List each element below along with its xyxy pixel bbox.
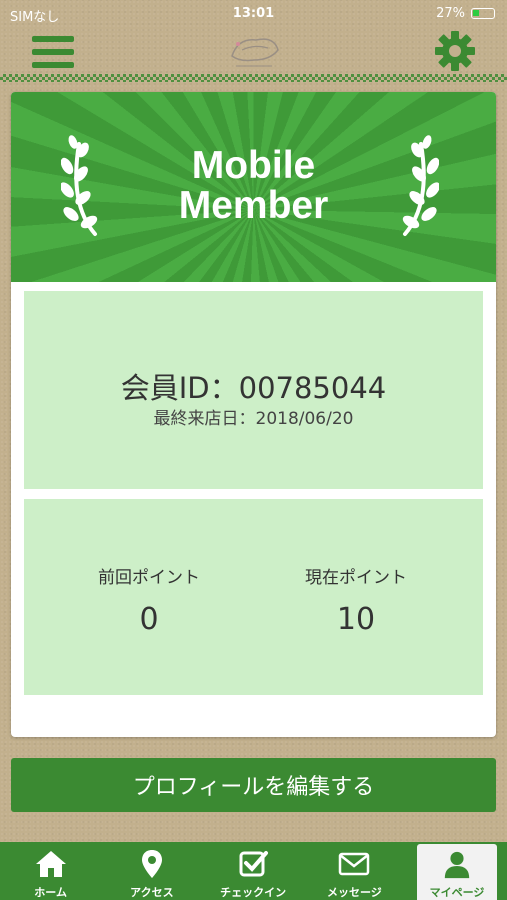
- member-card: Mobile Member 会員ID：00785044 最終来店日：2018/0…: [11, 92, 496, 737]
- person-icon: [444, 851, 470, 879]
- bottom-tab-bar: ホーム アクセス チェックイン メッセージ マイページ: [0, 842, 507, 900]
- tab-access[interactable]: アクセス: [101, 842, 202, 900]
- home-icon: [35, 851, 66, 877]
- tab-home-label: ホーム: [34, 886, 67, 899]
- menu-button[interactable]: [32, 36, 74, 70]
- tab-home[interactable]: ホーム: [0, 842, 101, 900]
- last-visit-date: 最終来店日：2018/06/20: [153, 409, 354, 429]
- gear-icon[interactable]: [434, 30, 476, 72]
- shop-logo-icon: [231, 38, 279, 67]
- tab-access-label: アクセス: [130, 886, 174, 899]
- previous-points-value: 0: [139, 602, 159, 637]
- mobile-member-banner: Mobile Member: [11, 92, 496, 282]
- tab-message-label: メッセージ: [326, 886, 382, 899]
- edit-profile-button[interactable]: プロフィールを編集する: [11, 758, 496, 812]
- points-panel: 前回ポイント 0 現在ポイント 10: [24, 499, 483, 695]
- tab-mypage-label: マイページ: [429, 886, 485, 899]
- laurel-right-icon: [402, 135, 439, 236]
- checkbox-icon: [239, 851, 269, 877]
- member-id: 会員ID：00785044: [120, 371, 387, 405]
- tab-checkin-label: チェックイン: [220, 886, 287, 899]
- previous-points: 前回ポイント 0: [49, 563, 249, 637]
- current-points-label: 現在ポイント: [305, 568, 407, 588]
- current-points-value: 10: [336, 602, 376, 637]
- header-border: [0, 74, 507, 82]
- envelope-icon: [339, 852, 370, 876]
- map-pin-icon: [141, 850, 162, 878]
- tab-checkin[interactable]: チェックイン: [203, 842, 304, 900]
- hamburger-menu-icon: [32, 36, 74, 42]
- tab-message[interactable]: メッセージ: [304, 842, 405, 900]
- app-header: [0, 0, 507, 82]
- member-info-panel: 会員ID：00785044 最終来店日：2018/06/20: [24, 291, 483, 489]
- tab-mypage[interactable]: マイページ: [417, 844, 497, 900]
- current-points: 現在ポイント 10: [256, 563, 456, 637]
- previous-points-label: 前回ポイント: [98, 568, 200, 588]
